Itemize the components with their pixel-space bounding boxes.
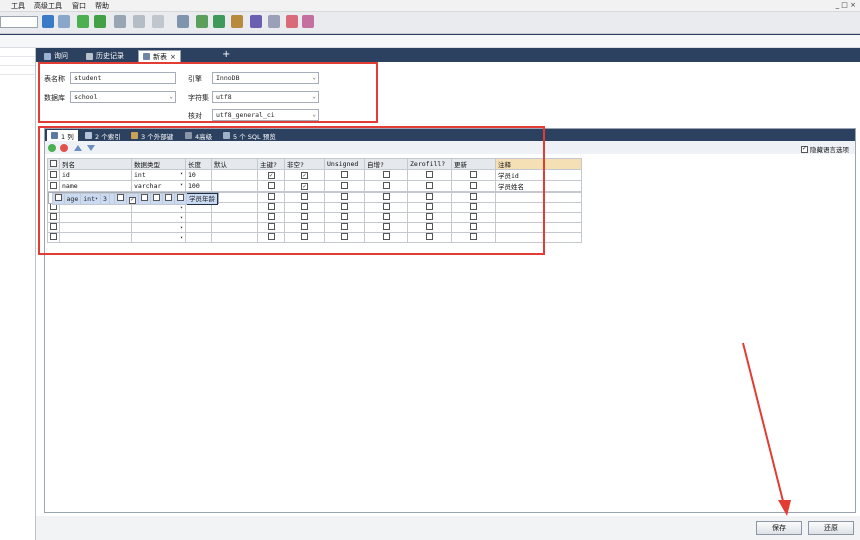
save-button[interactable]: 保存 [756, 521, 802, 535]
window-tab-strip: 询问 历史记录 新表 × + [36, 48, 860, 62]
table-data-icon[interactable] [114, 15, 126, 28]
query-icon [44, 52, 51, 60]
connection-combo[interactable] [0, 16, 38, 28]
execute-icon[interactable] [77, 15, 89, 28]
tab-new-table[interactable]: 新表 × [138, 50, 181, 62]
schema-icon[interactable] [133, 15, 145, 28]
report-icon[interactable] [286, 15, 298, 28]
revert-button[interactable]: 还原 [808, 521, 854, 535]
new-table-icon [143, 53, 150, 60]
close-icon[interactable]: × [170, 53, 176, 61]
object-browser[interactable] [0, 48, 36, 540]
menu-bar: 工具 高级工具 窗口 帮助 _ □ × [0, 0, 860, 12]
tab-history[interactable]: 历史记录 [82, 50, 128, 62]
profiler-icon[interactable] [302, 15, 314, 28]
menu-advanced-tools[interactable]: 高级工具 [34, 1, 62, 11]
menu-window[interactable]: 窗口 [72, 1, 86, 11]
menu-tools[interactable]: 工具 [11, 1, 25, 11]
schedule-icon[interactable] [268, 15, 280, 28]
window-controls[interactable]: _ □ × [836, 1, 856, 9]
tab-query[interactable]: 询问 [40, 50, 72, 62]
user-icon[interactable] [250, 15, 262, 28]
document-icon[interactable] [152, 15, 164, 28]
annotation-arrow [742, 342, 791, 516]
import-icon[interactable] [196, 15, 208, 28]
hide-comment-option[interactable]: ✓ 隐藏语言选项 [801, 144, 849, 154]
checkbox[interactable]: ✓ [801, 145, 808, 153]
bottom-bar [36, 516, 860, 540]
highlight-box-properties [38, 62, 378, 123]
sync-icon[interactable] [177, 15, 189, 28]
menu-help[interactable]: 帮助 [95, 1, 109, 11]
connect-icon[interactable] [42, 15, 54, 28]
toolbar-secondary [0, 35, 860, 48]
add-tab-button[interactable]: + [222, 50, 230, 60]
toolbar [0, 12, 860, 34]
history-icon [86, 52, 93, 60]
backup-icon[interactable] [231, 15, 243, 28]
new-query-icon[interactable] [58, 15, 70, 28]
highlight-box-columns [38, 126, 545, 255]
execute-all-icon[interactable] [94, 15, 106, 28]
transfer-icon[interactable] [213, 15, 225, 28]
